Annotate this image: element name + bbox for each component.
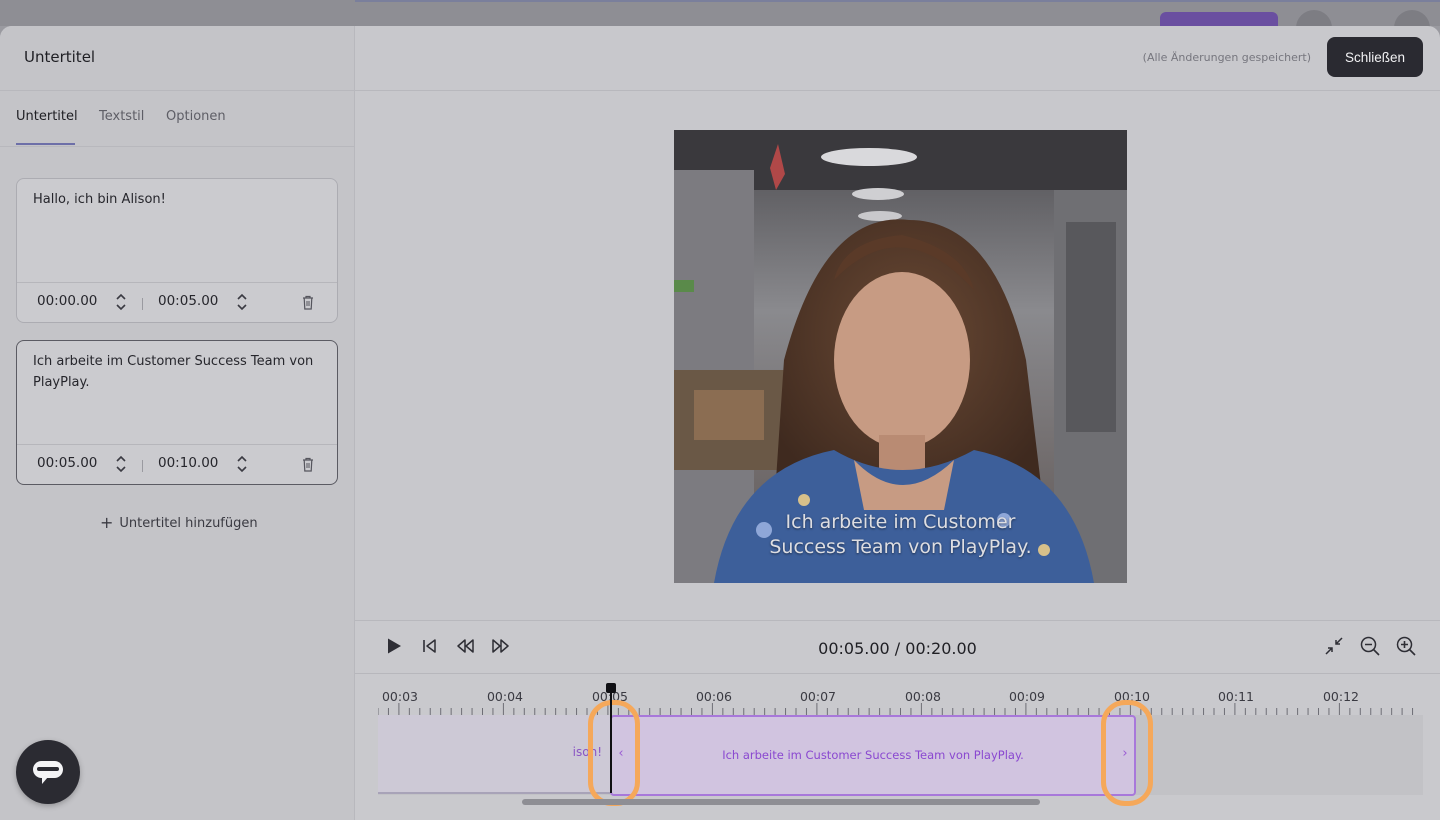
- card-divider: [17, 444, 337, 445]
- caption-line-1: Ich arbeite im Customer: [785, 511, 1016, 533]
- highlight-ring-right: [1101, 700, 1153, 806]
- active-tab-indicator: [16, 143, 75, 145]
- save-status: (Alle Änderungen gespeichert): [1142, 51, 1311, 64]
- end-time-stepper-icon[interactable]: [236, 454, 248, 474]
- ruler-label: 00:11: [1217, 689, 1255, 704]
- subtitle-card-selected[interactable]: Ich arbeite im Customer Success Team von…: [16, 340, 338, 485]
- subtitle-text[interactable]: Ich arbeite im Customer Success Team von…: [33, 351, 323, 393]
- zoom-out-icon[interactable]: [1360, 636, 1380, 656]
- backdrop-topline: [355, 0, 1440, 2]
- playhead: [610, 687, 612, 793]
- end-time-stepper-icon[interactable]: [236, 292, 248, 312]
- subtitle-editor-modal: Untertitel Untertitel Textstil Optionen …: [0, 26, 1440, 820]
- card-divider: [17, 282, 337, 283]
- clip-label: Ich arbeite im Customer Success Team von…: [722, 748, 1024, 762]
- modal-title: Untertitel: [24, 48, 96, 66]
- end-time-field[interactable]: 00:10.00: [158, 455, 218, 471]
- subtitle-clip-active[interactable]: ‹ Ich arbeite im Customer Success Team v…: [610, 715, 1136, 796]
- subtitle-card[interactable]: Hallo, ich bin Alison! 00:00.00 00:05.00: [16, 178, 338, 323]
- playhead-handle[interactable]: [606, 683, 616, 693]
- add-subtitle-button[interactable]: + Untertitel hinzufügen: [100, 512, 258, 532]
- ruler-label: 00:07: [799, 689, 837, 704]
- start-time-stepper-icon[interactable]: [115, 454, 127, 474]
- timeline-scrollbar[interactable]: [522, 799, 1040, 805]
- highlight-ring-left: [588, 700, 640, 806]
- trash-icon[interactable]: [302, 295, 314, 310]
- tab-untertitel[interactable]: Untertitel: [16, 109, 78, 124]
- time-separator: [142, 460, 143, 472]
- collapse-icon[interactable]: [1325, 637, 1343, 655]
- caption-line-2: Success Team von PlayPlay.: [769, 536, 1032, 558]
- ruler-label: 00:12: [1322, 689, 1360, 704]
- subtitle-text[interactable]: Hallo, ich bin Alison!: [33, 189, 323, 210]
- subtitle-clip-previous[interactable]: ison!: [378, 715, 610, 794]
- tab-optionen[interactable]: Optionen: [166, 109, 226, 124]
- tab-bar: Untertitel Textstil Optionen: [0, 90, 354, 147]
- chat-icon: [33, 761, 63, 784]
- plus-icon: +: [100, 513, 114, 532]
- video-preview[interactable]: Ich arbeite im Customer Success Team von…: [674, 130, 1127, 583]
- start-time-field[interactable]: 00:05.00: [37, 455, 97, 471]
- ruler-label: 00:04: [486, 689, 524, 704]
- add-subtitle-label: Untertitel hinzufügen: [119, 516, 258, 531]
- chat-support-button[interactable]: [16, 740, 80, 804]
- trash-icon[interactable]: [302, 457, 314, 472]
- timeline-ruler-ticks: [378, 703, 1414, 715]
- ruler-label: 00:06: [695, 689, 733, 704]
- close-button[interactable]: Schließen: [1327, 37, 1423, 77]
- zoom-in-icon[interactable]: [1396, 636, 1416, 656]
- right-header: (Alle Änderungen gespeichert): [355, 26, 1440, 91]
- video-caption: Ich arbeite im Customer Success Team von…: [674, 510, 1127, 560]
- left-header: Untertitel: [0, 26, 354, 91]
- time-separator: [142, 298, 143, 310]
- ruler-label: 00:08: [904, 689, 942, 704]
- app-backdrop: [0, 0, 1440, 46]
- left-panel: Untertitel Untertitel Textstil Optionen …: [0, 26, 355, 820]
- end-time-field[interactable]: 00:05.00: [158, 293, 218, 309]
- timeline-panel: 00:05.00 / 00:20.00 00:03 00:04 00:05 00…: [355, 620, 1440, 820]
- timeline-divider: [355, 673, 1440, 674]
- start-time-stepper-icon[interactable]: [115, 292, 127, 312]
- start-time-field[interactable]: 00:00.00: [37, 293, 97, 309]
- ruler-label: 00:09: [1008, 689, 1046, 704]
- tab-textstil[interactable]: Textstil: [99, 109, 144, 124]
- ruler-label: 00:03: [381, 689, 419, 704]
- playback-timecode: 00:05.00 / 00:20.00: [818, 639, 977, 658]
